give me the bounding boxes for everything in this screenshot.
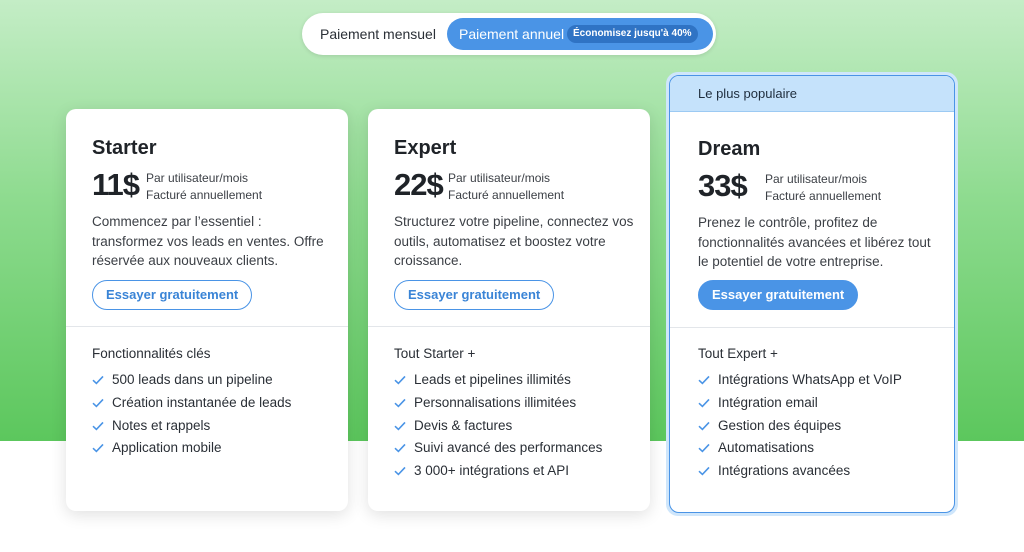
popular-ribbon: Le plus populaire bbox=[670, 76, 954, 112]
price-unit: Par utilisateur/mois bbox=[146, 171, 249, 185]
popular-badge: Le plus populaire bbox=[698, 86, 798, 101]
billing-toggle: Paiement mensuel Paiement annuel Économi… bbox=[302, 13, 716, 55]
list-item: Création instantanée de leads bbox=[92, 392, 291, 415]
try-free-button-expert[interactable]: Essayer gratuitement bbox=[394, 280, 555, 310]
feature-list: Leads et pipelines illimités Personnalis… bbox=[394, 369, 602, 483]
feature-label: Intégrations avancées bbox=[718, 463, 851, 479]
check-icon bbox=[394, 398, 406, 408]
feature-label: Automatisations bbox=[718, 440, 815, 456]
list-item: Leads et pipelines illimités bbox=[394, 369, 602, 392]
feature-label: Personnalisations illimitées bbox=[414, 394, 577, 410]
features-title: Fonctionnalités clés bbox=[92, 346, 211, 361]
monthly-billing-option[interactable]: Paiement mensuel bbox=[320, 13, 436, 55]
feature-label: Notes et rappels bbox=[112, 417, 211, 433]
price-details: Par utilisateur/mois Facturé annuellemen… bbox=[146, 170, 262, 204]
plan-description: Commencez par l’essentiel : transformez … bbox=[92, 214, 324, 268]
annual-billing-option[interactable]: Paiement annuel Économisez jusqu'à 40% bbox=[447, 18, 713, 50]
plan-name: Expert bbox=[394, 137, 457, 159]
features-title: Tout Starter + bbox=[394, 346, 476, 361]
try-free-button-dream[interactable]: Essayer gratuitement bbox=[698, 280, 859, 310]
billing-note: Facturé annuellement bbox=[448, 188, 565, 202]
feature-label: Devis & factures bbox=[414, 417, 513, 433]
list-item: 3 000+ intégrations et API bbox=[394, 460, 602, 483]
plan-description: Structurez votre pipeline, connectez vos… bbox=[394, 214, 634, 268]
check-icon bbox=[698, 467, 710, 476]
check-icon bbox=[394, 444, 406, 453]
list-item: Suivi avancé des performances bbox=[394, 437, 602, 460]
divider bbox=[670, 327, 954, 328]
list-item: Application mobile bbox=[92, 437, 291, 460]
price-details: Par utilisateur/mois Facturé annuellemen… bbox=[448, 170, 564, 204]
feature-label: Leads et pipelines illimités bbox=[414, 372, 571, 387]
plan-card-starter: Starter 11$ Par utilisateur/mois Facturé… bbox=[66, 109, 348, 511]
list-item: 500 leads dans un pipeline bbox=[92, 369, 291, 392]
check-icon bbox=[92, 444, 104, 453]
list-item: Devis & factures bbox=[394, 415, 602, 438]
check-icon bbox=[698, 444, 710, 453]
savings-badge: Économisez jusqu'à 40% bbox=[567, 25, 698, 43]
check-icon bbox=[92, 375, 104, 385]
check-icon bbox=[394, 375, 406, 385]
plan-name: Starter bbox=[92, 137, 157, 159]
price-details: Par utilisateur/mois Facturé annuellemen… bbox=[765, 171, 881, 205]
check-icon bbox=[698, 375, 710, 385]
divider bbox=[368, 326, 650, 327]
try-free-button-starter[interactable]: Essayer gratuitement bbox=[92, 280, 253, 310]
list-item: Intégrations avancées bbox=[698, 460, 902, 483]
billing-note: Facturé annuellement bbox=[146, 188, 263, 202]
feature-label: 500 leads dans un pipeline bbox=[112, 372, 273, 387]
plan-card-dream-inner: Le plus populaire Dream 33$ Par utilisat… bbox=[669, 75, 955, 513]
list-item: Notes et rappels bbox=[92, 415, 291, 438]
check-icon bbox=[92, 421, 104, 431]
billing-note: Facturé annuellement bbox=[765, 189, 882, 203]
check-icon bbox=[698, 398, 710, 408]
list-item: Automatisations bbox=[698, 437, 902, 460]
check-icon bbox=[394, 467, 406, 476]
feature-label: Création instantanée de leads bbox=[112, 394, 292, 410]
divider bbox=[66, 326, 348, 327]
plan-name: Dream bbox=[698, 138, 761, 160]
feature-list: Intégrations WhatsApp et VoIP Intégratio… bbox=[698, 369, 902, 483]
annual-billing-label: Paiement annuel bbox=[459, 26, 565, 42]
check-icon bbox=[394, 421, 406, 431]
list-item: Intégration email bbox=[698, 392, 902, 415]
feature-list: 500 leads dans un pipeline Création inst… bbox=[92, 369, 291, 460]
feature-label: 3 000+ intégrations et API bbox=[414, 463, 569, 479]
plan-description: Prenez le contrôle, profitez de fonction… bbox=[698, 215, 931, 269]
check-icon bbox=[92, 398, 104, 408]
check-icon bbox=[698, 421, 710, 431]
features-title: Tout Expert + bbox=[698, 346, 778, 361]
price-unit: Par utilisateur/mois bbox=[765, 172, 868, 186]
list-item: Personnalisations illimitées bbox=[394, 392, 602, 415]
list-item: Intégrations WhatsApp et VoIP bbox=[698, 369, 902, 392]
feature-label: Application mobile bbox=[112, 440, 222, 456]
plan-price: 11$ bbox=[92, 167, 140, 202]
feature-label: Intégration email bbox=[718, 394, 818, 410]
feature-label: Intégrations WhatsApp et VoIP bbox=[718, 372, 902, 387]
plan-card-expert: Expert 22$ Par utilisateur/mois Facturé … bbox=[368, 109, 650, 511]
price-unit: Par utilisateur/mois bbox=[448, 171, 551, 185]
plan-card-dream: Le plus populaire Dream 33$ Par utilisat… bbox=[666, 72, 958, 516]
plan-price: 22$ bbox=[394, 167, 444, 202]
feature-label: Suivi avancé des performances bbox=[414, 440, 603, 456]
list-item: Gestion des équipes bbox=[698, 415, 902, 438]
plan-price: 33$ bbox=[698, 168, 748, 203]
feature-label: Gestion des équipes bbox=[718, 417, 842, 433]
